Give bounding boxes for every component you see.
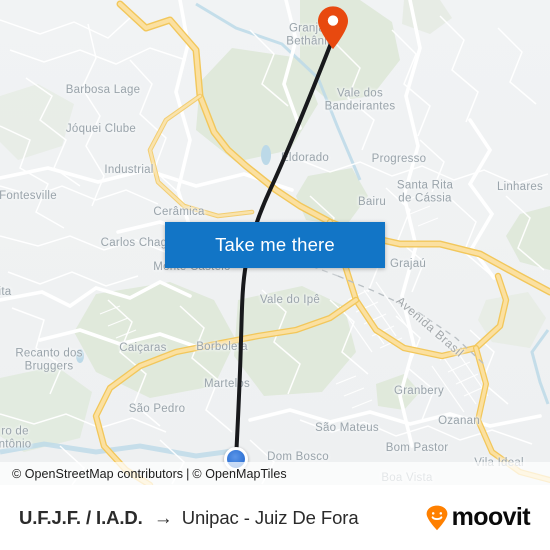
openmaptiles-attribution-link[interactable]: © OpenMapTiles [192, 467, 286, 481]
take-me-there-label: Take me there [215, 234, 335, 255]
take-me-there-button[interactable]: Take me there [165, 222, 385, 268]
osm-attribution-link[interactable]: © OpenStreetMap contributors [12, 467, 183, 481]
moovit-logo[interactable]: moovit [424, 503, 531, 531]
trip-summary: U.F.J.F. / I.A.D. → Unipac - Juiz De For… [19, 507, 359, 529]
trip-footer: U.F.J.F. / I.A.D. → Unipac - Juiz De For… [0, 485, 550, 550]
moovit-trip-map-screen: Granjas Bethânia Barbosa Lage Vale dos Ban… [0, 0, 550, 550]
destination-pin[interactable] [315, 6, 351, 50]
attribution-separator: | [186, 466, 190, 481]
trip-destination-label: Unipac - Juiz De Fora [181, 506, 359, 528]
moovit-wordmark: moovit [451, 503, 531, 531]
map-attribution: © OpenStreetMap contributors | © OpenMap… [0, 462, 550, 485]
moovit-pin-icon [426, 505, 448, 530]
arrow-right-icon: → [153, 508, 173, 529]
map-canvas[interactable]: Granjas Bethânia Barbosa Lage Vale dos Ban… [0, 0, 550, 485]
trip-origin-label: U.F.J.F. / I.A.D. [19, 506, 143, 528]
